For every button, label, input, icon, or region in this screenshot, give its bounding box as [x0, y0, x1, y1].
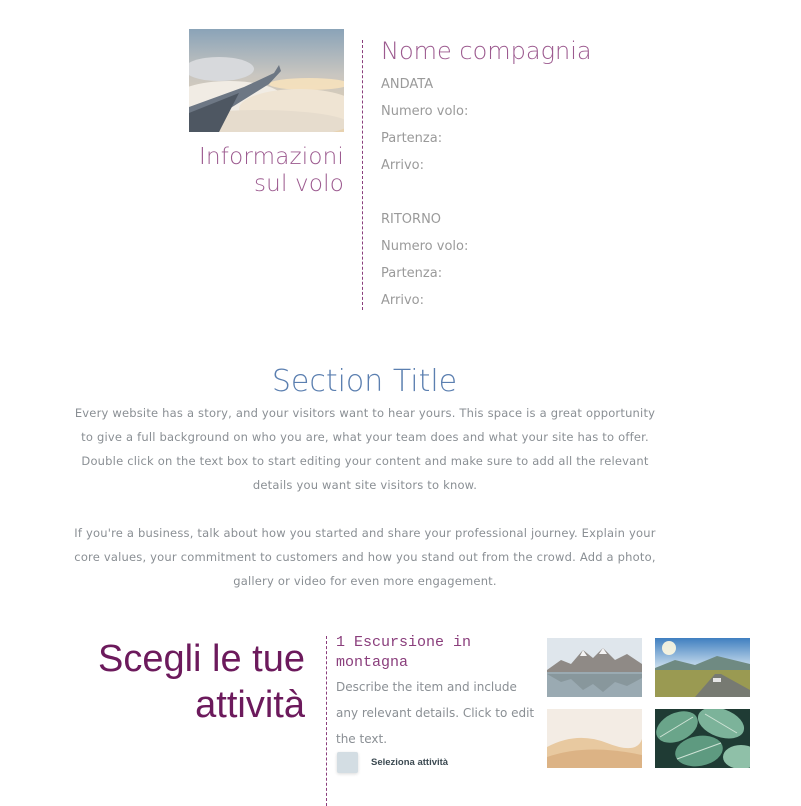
outbound-arrival-label: Arrivo:: [381, 158, 424, 173]
activities-title: Scegli le tue attività: [97, 638, 305, 726]
outbound-heading: ANDATA: [381, 77, 434, 92]
company-name: Nome compagnia: [381, 37, 592, 65]
airplane-wing-image: [189, 29, 344, 132]
about-paragraph-1: Every website has a story, and your visi…: [74, 406, 656, 492]
flight-info-title: Informazioni sul volo: [199, 144, 344, 197]
return-heading: RITORNO: [381, 212, 442, 227]
desert-dunes-thumbnail[interactable]: [547, 709, 642, 768]
mountain-lake-thumbnail[interactable]: [547, 638, 642, 697]
activity-item-name[interactable]: 1 Escursione in montagna: [336, 633, 536, 673]
dashed-divider: [362, 40, 363, 310]
select-activity-label[interactable]: Seleziona attività: [371, 757, 448, 768]
select-activity-checkbox[interactable]: [337, 752, 358, 773]
outbound-departure-label: Partenza:: [381, 131, 443, 146]
return-arrival-label: Arrivo:: [381, 293, 424, 308]
outbound-flight-number-label: Numero volo:: [381, 104, 469, 119]
section-title: Section Title: [271, 364, 458, 399]
road-landscape-thumbnail[interactable]: [655, 638, 750, 697]
about-paragraph-2: If you're a business, talk about how you…: [74, 526, 656, 588]
activity-item-description: Describe the item and include any releva…: [336, 680, 535, 746]
tropical-leaves-thumbnail[interactable]: [655, 709, 750, 768]
dashed-divider: [326, 636, 327, 806]
return-flight-number-label: Numero volo:: [381, 239, 469, 254]
return-departure-label: Partenza:: [381, 266, 443, 281]
